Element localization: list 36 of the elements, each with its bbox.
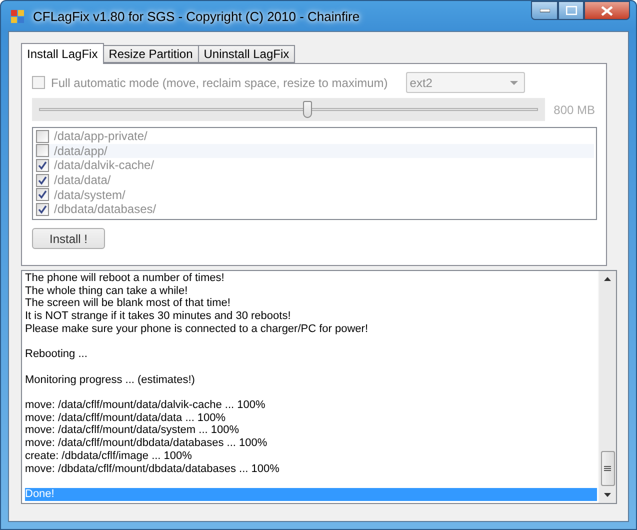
folder-path: /data/app-private/ — [54, 129, 148, 144]
close-icon — [601, 6, 613, 16]
log-line[interactable]: The phone will reboot a number of times! — [23, 272, 597, 285]
log-line[interactable]: create: /dbdata/cflf/image ... 100% — [23, 450, 597, 462]
log-line[interactable]: It is NOT strange if it takes 30 minutes and 30 reboots! — [23, 310, 597, 323]
maximize-button[interactable] — [558, 1, 584, 20]
window-title: CFLagFix v1.80 for SGS - Copyright (C) 2010 - Chainfire — [33, 8, 361, 24]
log-line[interactable]: Rebooting ... — [23, 336, 597, 361]
log-line[interactable]: move: /data/cflf/mount/data/system ... 100% — [23, 424, 597, 438]
install-button[interactable]: Install ! — [32, 228, 105, 249]
scroll-thumb[interactable] — [600, 451, 614, 486]
minimize-button[interactable] — [531, 1, 558, 20]
folder-path: /data/app/ — [54, 144, 108, 158]
app-icon — [10, 8, 26, 24]
folder-path: /data/system/ — [54, 188, 126, 202]
close-button[interactable] — [584, 1, 630, 20]
log-line[interactable]: move: /data/cflf/mount/dbdata/databases ... 100% — [23, 437, 597, 450]
folder-path: /data/dalvik-cache/ — [54, 158, 154, 172]
log-line[interactable]: Please make sure your phone is connected to a charger/PC for power! — [23, 322, 597, 336]
minimize-icon — [540, 8, 550, 12]
size-reading: 800 MB — [554, 102, 596, 116]
maximize-icon — [566, 6, 576, 15]
tab[interactable]: Resize Partition — [102, 45, 199, 63]
tab[interactable]: Install LagFix — [21, 43, 104, 64]
log-line[interactable]: move: /data/cflf/mount/data/dalvik-cache ... 100% — [23, 386, 597, 412]
folder-path: /dbdata/databases/ — [54, 202, 156, 216]
checkbox-label: Full automatic mode (move, reclaim space, resize to maximum) — [51, 76, 388, 90]
folder-path: /data/data/ — [54, 173, 111, 188]
log-line[interactable]: The whole thing can take a while! — [23, 284, 597, 298]
log-line[interactable]: move: /dbdata/cflf/mount/dbdata/databases ... 100% — [23, 462, 597, 476]
scrollbar[interactable] — [598, 271, 616, 503]
log-line[interactable]: move: /data/cflf/mount/data/data ... 100% — [23, 412, 597, 424]
log-line[interactable]: The screen will be blank most of that time! — [23, 297, 597, 310]
log-line[interactable]: Monitoring progress ... (estimates!) — [23, 360, 597, 386]
tab[interactable]: Uninstall LagFix — [198, 45, 296, 63]
caret-icon — [510, 80, 518, 84]
